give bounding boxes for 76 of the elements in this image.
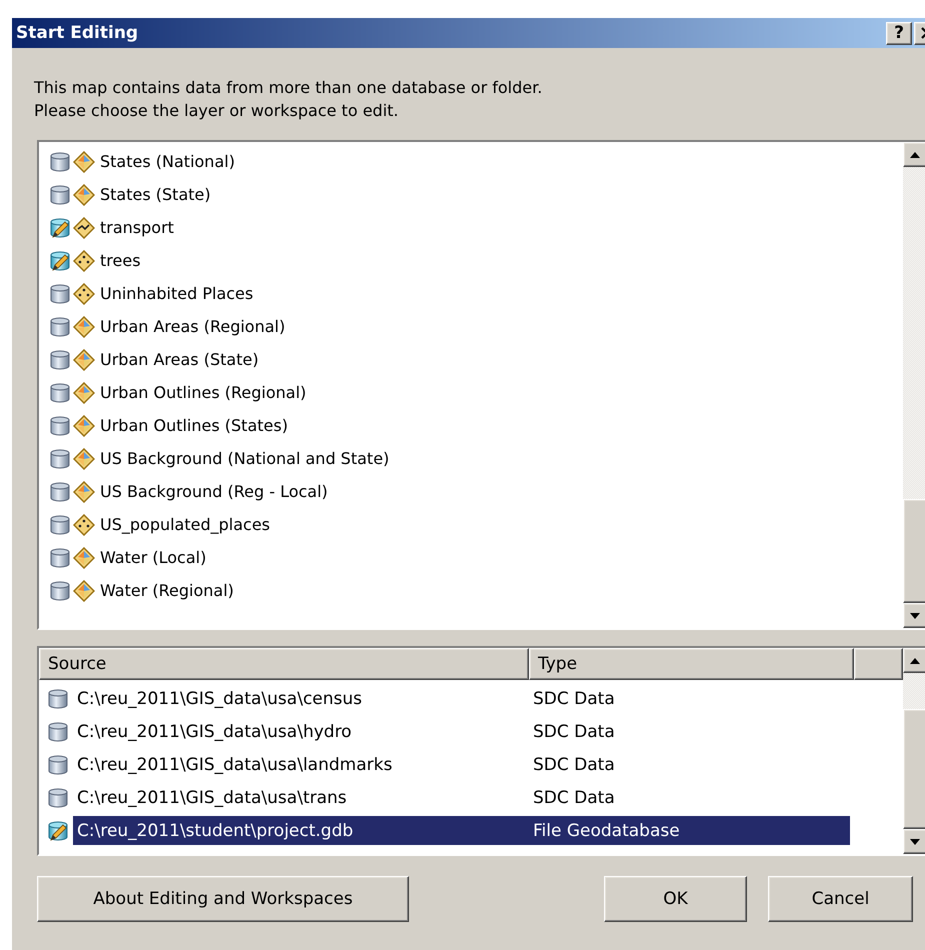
database-pencil-icon xyxy=(47,820,69,840)
scroll-down-button[interactable] xyxy=(903,603,925,628)
polygon-layer-icon xyxy=(73,546,95,568)
down-arrow-icon xyxy=(910,612,920,618)
up-arrow-icon xyxy=(910,658,920,664)
type-cell-text: SDC Data xyxy=(532,688,616,710)
polygon-layer-icon xyxy=(73,382,95,404)
source-cell[interactable]: C:\reu_2011\GIS_data\usa\hydro xyxy=(73,717,525,746)
layer-item[interactable]: Urban Outlines (States) xyxy=(97,415,291,436)
database-icon xyxy=(49,482,71,502)
polygon-layer-icon xyxy=(73,580,95,602)
type-cell-text: SDC Data xyxy=(532,720,616,744)
database-icon xyxy=(49,350,71,370)
about-editing-button[interactable]: About Editing and Workspaces xyxy=(37,876,409,922)
column-header[interactable]: Source xyxy=(39,648,529,680)
scroll-up-button[interactable] xyxy=(903,648,925,673)
cancel-button[interactable]: Cancel xyxy=(768,876,913,922)
database-icon xyxy=(49,448,71,468)
point-layer-icon xyxy=(73,282,95,304)
layer-item[interactable]: States (National) xyxy=(97,151,238,172)
database-icon xyxy=(49,184,71,204)
source-cell[interactable]: C:\reu_2011\GIS_data\usa\trans xyxy=(73,783,525,812)
database-icon xyxy=(49,316,71,336)
source-cell[interactable]: C:\reu_2011\GIS_data\usa\landmarks xyxy=(73,750,525,779)
layer-item[interactable]: Urban Outlines (Regional) xyxy=(97,382,310,403)
polygon-layer-icon xyxy=(73,480,95,502)
ok-button[interactable]: OK xyxy=(604,876,747,922)
database-icon xyxy=(47,754,69,774)
up-arrow-icon xyxy=(910,152,920,158)
polygon-layer-icon xyxy=(73,348,95,370)
database-icon xyxy=(47,722,69,742)
help-button[interactable]: ? xyxy=(886,22,912,44)
database-icon xyxy=(49,152,71,172)
database-pencil-icon xyxy=(49,218,71,238)
database-icon xyxy=(49,284,71,304)
point-layer-icon xyxy=(73,250,95,272)
layer-item[interactable]: US Background (National and State) xyxy=(97,448,392,469)
type-cell-text: SDC Data xyxy=(532,786,616,810)
down-arrow-icon xyxy=(910,838,920,844)
layer-item[interactable]: Urban Areas (State) xyxy=(97,349,262,370)
column-header[interactable]: Type xyxy=(529,648,854,680)
layer-item[interactable]: States (State) xyxy=(97,184,214,205)
instruction-text: Please choose the layer or workspace to edit. xyxy=(34,100,400,122)
database-icon xyxy=(49,580,71,600)
layer-item[interactable]: Uninhabited Places xyxy=(97,283,256,304)
scroll-down-button[interactable] xyxy=(903,829,925,854)
polygon-layer-icon xyxy=(73,184,95,206)
database-icon xyxy=(47,688,69,708)
database-icon xyxy=(49,514,71,534)
layer-item[interactable]: US Background (Reg - Local) xyxy=(97,481,331,502)
layer-item[interactable]: Water (Regional) xyxy=(97,580,237,601)
layer-item[interactable]: Water (Local) xyxy=(97,547,210,568)
type-cell: File Geodatabase xyxy=(525,816,850,845)
line-layer-icon xyxy=(73,216,95,238)
database-icon xyxy=(49,416,71,436)
database-icon xyxy=(47,788,69,808)
window-title: Start Editing xyxy=(16,23,140,43)
database-icon xyxy=(49,548,71,568)
instruction-text: This map contains data from more than one database or folder. xyxy=(34,77,544,99)
polygon-layer-icon xyxy=(73,414,95,436)
polygon-layer-icon xyxy=(73,448,95,470)
point-layer-icon xyxy=(73,514,95,536)
database-pencil-icon xyxy=(49,250,71,270)
type-cell-text: SDC Data xyxy=(532,754,616,776)
polygon-layer-icon xyxy=(73,316,95,338)
scroll-thumb[interactable] xyxy=(903,709,925,829)
layer-item[interactable]: transport xyxy=(97,217,177,238)
database-icon xyxy=(49,382,71,402)
scroll-up-button[interactable] xyxy=(903,142,925,167)
layer-item[interactable]: US_populated_places xyxy=(97,514,274,535)
source-cell[interactable]: C:\reu_2011\student\project.gdb xyxy=(73,816,525,845)
layer-item[interactable]: Urban Areas (Regional) xyxy=(97,316,288,337)
polygon-layer-icon xyxy=(73,150,95,172)
source-cell[interactable]: C:\reu_2011\GIS_data\usa\census xyxy=(73,684,525,713)
layer-item[interactable]: trees xyxy=(97,250,144,271)
scroll-thumb[interactable] xyxy=(903,499,925,603)
